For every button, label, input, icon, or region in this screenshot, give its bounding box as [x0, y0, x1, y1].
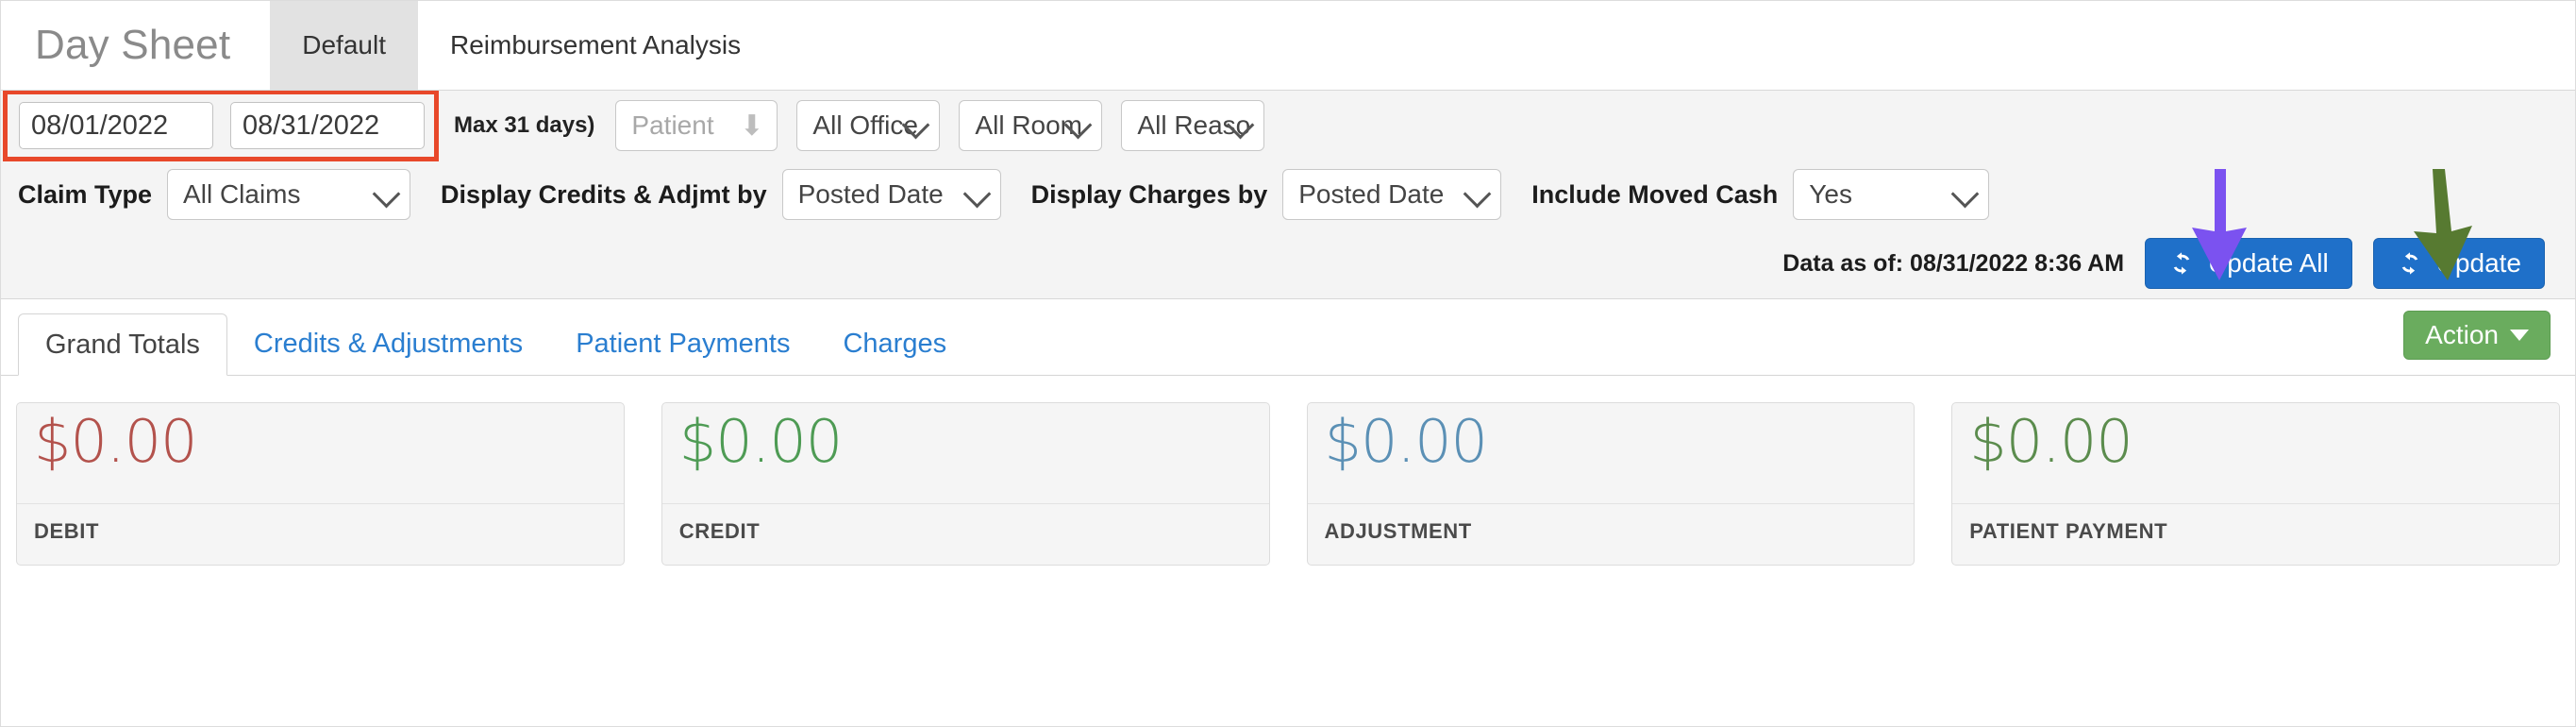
- date-from-input[interactable]: [19, 102, 213, 149]
- claim-type-select[interactable]: All Claims: [167, 169, 411, 220]
- tab-grand-totals[interactable]: Grand Totals: [18, 313, 227, 376]
- card-credit-value: $0.00: [661, 403, 1269, 504]
- display-charges-value: Posted Date: [1298, 179, 1445, 209]
- card-patient-payment-label: PATIENT PAYMENT: [1969, 519, 2168, 543]
- tab-credits-adjustments[interactable]: Credits & Adjustments: [227, 313, 549, 375]
- card-debit-label: DEBIT: [34, 519, 99, 543]
- chevron-down-icon: [372, 179, 401, 209]
- update-button[interactable]: Update: [2372, 238, 2545, 289]
- action-button[interactable]: Action: [2403, 311, 2551, 360]
- claim-type-label: Claim Type: [18, 179, 153, 209]
- card-adjustment: $0.00 ADJUSTMENT: [1306, 402, 1915, 566]
- page-title: Day Sheet: [35, 22, 231, 68]
- card-debit-value: $0.00: [17, 403, 624, 504]
- card-patient-payment: $0.00 PATIENT PAYMENT: [1951, 402, 2560, 566]
- refresh-icon: [2401, 252, 2417, 275]
- day-sheet-app: Day Sheet Default Reimbursement Analysis…: [0, 0, 2576, 727]
- card-credit: $0.00 CREDIT: [661, 402, 1270, 566]
- totals-card-row: $0.00 DEBIT $0.00 CREDIT $0.00 ADJUSTMEN…: [1, 376, 2575, 566]
- display-credits-select[interactable]: Posted Date: [781, 169, 1001, 220]
- tab-charges[interactable]: Charges: [816, 313, 973, 375]
- include-moved-cash-select[interactable]: Yes: [1793, 169, 1990, 220]
- filter-panel: Max 31 days) Patient ⬇ All Office All Ro…: [1, 90, 2575, 299]
- update-all-button[interactable]: Update All: [2145, 238, 2352, 289]
- card-adjustment-value: $0.00: [1307, 403, 1915, 504]
- display-charges-label: Display Charges by: [1030, 179, 1268, 209]
- filter-row-primary: Max 31 days) Patient ⬇ All Office All Ro…: [1, 90, 2575, 161]
- top-tab-default[interactable]: Default: [270, 1, 418, 90]
- display-credits-label: Display Credits & Adjmt by: [441, 179, 767, 209]
- card-debit: $0.00 DEBIT: [16, 402, 625, 566]
- reason-select[interactable]: All Reaso: [1121, 100, 1265, 151]
- office-select[interactable]: All Office: [796, 100, 941, 151]
- max-days-note: Max 31 days): [454, 112, 595, 138]
- card-adjustment-label: ADJUSTMENT: [1324, 519, 1472, 543]
- arrow-down-icon: ⬇: [740, 110, 764, 142]
- include-moved-cash-label: Include Moved Cash: [1531, 179, 1779, 209]
- top-tab-reimbursement-analysis[interactable]: Reimbursement Analysis: [418, 1, 773, 90]
- update-all-label: Update All: [2208, 248, 2329, 278]
- chevron-down-icon: [1950, 179, 1980, 209]
- claim-type-value: All Claims: [183, 179, 301, 209]
- chevron-down-icon: [1463, 179, 1492, 209]
- patient-select[interactable]: Patient ⬇: [615, 100, 778, 151]
- card-credit-label: CREDIT: [678, 519, 761, 543]
- content-tab-bar: Grand Totals Credits & Adjustments Patie…: [1, 299, 2575, 376]
- display-charges-select[interactable]: Posted Date: [1282, 169, 1502, 220]
- date-to-input[interactable]: [230, 102, 425, 149]
- action-button-label: Action: [2425, 320, 2499, 349]
- update-label: Update: [2435, 248, 2521, 278]
- date-range-highlight-box: [3, 90, 439, 161]
- chevron-down-icon: [962, 179, 991, 209]
- top-navigation-bar: Day Sheet Default Reimbursement Analysis: [1, 1, 2575, 91]
- caret-down-icon: [2510, 330, 2529, 341]
- include-moved-cash-value: Yes: [1809, 179, 1852, 209]
- data-as-of-text: Data as of: 08/31/2022 8:36 AM: [1782, 249, 2125, 277]
- filter-row-secondary: Claim Type All Claims Display Credits & …: [1, 161, 2575, 228]
- display-credits-value: Posted Date: [797, 179, 944, 209]
- update-bar: Data as of: 08/31/2022 8:36 AM Update Al…: [1, 228, 2575, 298]
- patient-select-value: Patient: [631, 110, 714, 140]
- refresh-icon: [2173, 252, 2190, 275]
- tab-patient-payments[interactable]: Patient Payments: [549, 313, 816, 375]
- room-select[interactable]: All Room: [959, 100, 1103, 151]
- card-patient-payment-value: $0.00: [1952, 403, 2559, 504]
